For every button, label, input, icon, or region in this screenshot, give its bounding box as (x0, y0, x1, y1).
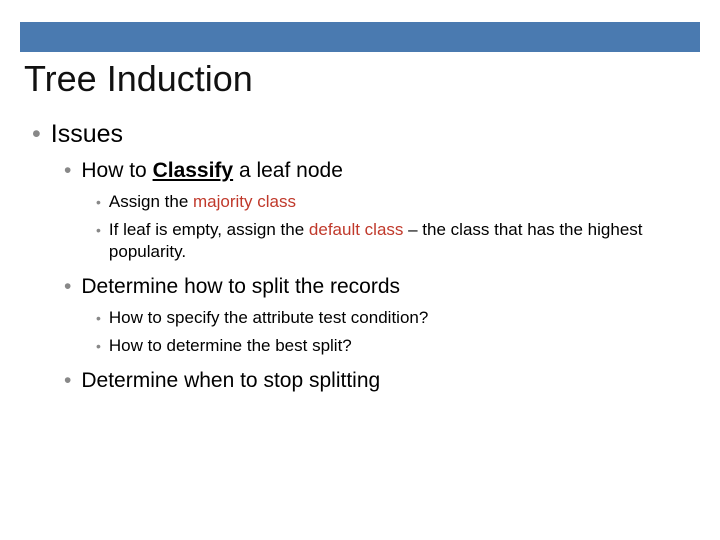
bullet-default: • If leaf is empty, assign the default c… (96, 219, 696, 263)
bullet-dot-icon: • (64, 159, 71, 183)
text-classify-pre: How to (81, 159, 152, 182)
text-assign-pre: Assign the (109, 192, 193, 211)
text-default: If leaf is empty, assign the default cla… (109, 219, 696, 263)
bullet-issues: • Issues (32, 120, 696, 149)
slide: Tree Induction • Issues • How to Classif… (0, 0, 720, 540)
text-classify: How to Classify a leaf node (81, 159, 696, 183)
bullet-split-q1: • How to specify the attribute test cond… (96, 307, 696, 329)
bullet-dot-icon: • (96, 337, 101, 355)
text-split-q1: How to specify the attribute test condit… (109, 307, 696, 329)
text-split-q2: How to determine the best split? (109, 335, 696, 357)
bullet-dot-icon: • (32, 120, 41, 149)
text-classify-post: a leaf node (233, 159, 343, 182)
text-assign-red: majority class (193, 192, 296, 211)
text-split: Determine how to split the records (81, 275, 696, 299)
slide-title: Tree Induction (24, 58, 253, 100)
slide-content: • Issues • How to Classify a leaf node •… (24, 120, 696, 401)
text-classify-bold: Classify (153, 159, 234, 182)
bullet-dot-icon: • (64, 369, 71, 393)
bullet-classify: • How to Classify a leaf node (64, 159, 696, 183)
bullet-dot-icon: • (96, 221, 101, 239)
bullet-split: • Determine how to split the records (64, 275, 696, 299)
bullet-split-q2: • How to determine the best split? (96, 335, 696, 357)
bullet-assign: • Assign the majority class (96, 191, 696, 213)
bullet-dot-icon: • (96, 309, 101, 327)
bullet-dot-icon: • (64, 275, 71, 299)
bullet-dot-icon: • (96, 193, 101, 211)
text-issues: Issues (51, 120, 696, 149)
bullet-stop: • Determine when to stop splitting (64, 369, 696, 393)
text-stop: Determine when to stop splitting (81, 369, 696, 393)
text-assign: Assign the majority class (109, 191, 696, 213)
text-default-red: default class (309, 220, 404, 239)
text-default-pre: If leaf is empty, assign the (109, 220, 309, 239)
header-bar (20, 22, 700, 52)
